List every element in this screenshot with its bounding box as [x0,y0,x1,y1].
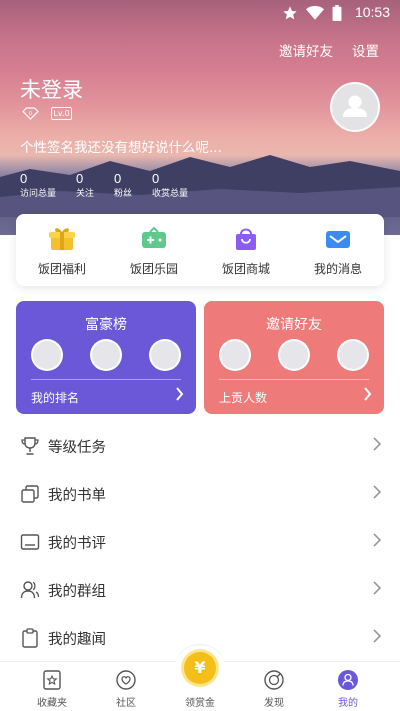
rank-avatar-placeholder [31,339,63,371]
invite-card-title: 邀请好友 [266,317,322,333]
stat-value: 0 [114,171,122,186]
menu-list: 等级任务 我的书单 我的书评 我的群组 我的趣闻 [0,422,400,662]
tribute-count-label: 上贡人数 [219,391,268,405]
review-icon [20,534,40,550]
rank-avatar-placeholder [278,339,310,371]
battery-icon [332,5,342,21]
tab-favorites[interactable]: 收藏夹 [22,662,82,711]
profile-header: 10:53 邀请好友 设置 未登录 0 Lv.0 个性签名我还没有想好说什么呢.… [0,0,400,235]
divider [219,379,369,380]
list-item-groups[interactable]: 我的群组 [0,566,400,614]
divider [31,379,181,380]
community-icon [116,670,136,690]
stat-label: 关注 [76,189,95,199]
clipboard-icon [22,628,38,648]
settings-link[interactable]: 设置 [352,40,379,60]
rank-avatar-placeholder [149,339,181,371]
rich-list-card[interactable]: 富豪榜 我的排名 [16,301,196,414]
tab-label: 我的 [338,698,358,709]
trophy-icon [21,437,39,455]
stat-visits[interactable]: 0 访问总量 [20,171,56,200]
tab-profile[interactable]: 我的 [318,662,378,711]
stat-value: 0 [20,171,28,186]
mail-icon [326,231,350,248]
tab-community[interactable]: 社区 [96,662,156,711]
tab-claim-bounty[interactable]: ¥ 领赏金 [170,644,230,711]
list-item-label: 我的书单 [48,488,106,504]
rank-avatar-placeholder [337,339,369,371]
rich-list-title: 富豪榜 [85,317,127,333]
tab-discover[interactable]: 发现 [244,662,304,711]
stat-label: 粉丝 [114,189,133,199]
gift-box-icon [49,228,75,250]
stat-rewards[interactable]: 0 收赏总量 [152,171,188,200]
quick-item-mall[interactable]: 饭团商城 [200,214,292,286]
list-item-level-tasks[interactable]: 等级任务 [0,422,400,470]
chevron-right-icon [373,437,382,451]
list-item-label: 我的书评 [48,536,106,552]
level-badge: Lv.0 [51,107,72,120]
favorites-icon [43,670,61,690]
status-time: 10:53 [354,4,390,20]
wifi-icon [306,5,324,20]
coin-icon: ¥ [184,652,216,684]
invite-friends-link[interactable]: 邀请好友 [279,40,333,60]
stat-value: 0 [76,171,84,186]
status-bar: 10:53 [0,0,400,26]
quick-menu-card: 饭团福利 饭团乐园 饭团商城 我的消息 [16,214,384,286]
tab-label: 领赏金 [185,698,215,709]
signature[interactable]: 个性签名我还没有想好说什么呢... [20,136,222,156]
book-list-icon [21,485,39,503]
quick-item-messages[interactable]: 我的消息 [292,214,384,286]
chevron-right-icon [364,387,372,401]
mountain-silhouette [0,155,400,217]
svg-text:0: 0 [29,111,32,117]
user-placeholder-icon [343,95,367,117]
list-item-label: 我的群组 [48,584,106,600]
rank-avatar-placeholder [90,339,122,371]
bottom-tab-bar: 收藏夹 社区 ¥ 领赏金 发现 我的 [0,644,400,711]
group-icon [20,581,40,599]
chevron-right-icon [373,485,382,499]
shopping-bag-icon [236,228,256,250]
username[interactable]: 未登录 [20,74,83,104]
chevron-right-icon [373,533,382,547]
tab-label: 发现 [264,698,284,709]
star-icon [283,6,297,20]
list-item-label: 等级任务 [48,440,106,456]
rank-avatar-placeholder [219,339,251,371]
quick-item-label: 饭团乐园 [129,262,178,276]
stat-value: 0 [152,171,160,186]
quick-item-label: 我的消息 [313,262,362,276]
profile-icon [338,670,358,690]
my-rank-label: 我的排名 [31,391,80,405]
quick-item-label: 饭团福利 [37,262,86,276]
quick-item-label: 饭团商城 [221,262,270,276]
game-controller-icon [142,226,166,248]
tab-label: 社区 [116,698,136,709]
discover-icon [264,670,284,690]
avatar[interactable] [330,82,380,132]
invite-card[interactable]: 邀请好友 上贡人数 [204,301,384,414]
stat-followers[interactable]: 0 粉丝 [114,171,132,200]
chevron-right-icon [373,581,382,595]
tab-label: 收藏夹 [37,698,67,709]
list-item-book-list[interactable]: 我的书单 [0,470,400,518]
stat-label: 访问总量 [20,189,57,199]
stat-label: 收赏总量 [152,189,189,199]
stat-following[interactable]: 0 关注 [76,171,94,200]
quick-item-park[interactable]: 饭团乐园 [108,214,200,286]
quick-item-welfare[interactable]: 饭团福利 [16,214,108,286]
chevron-right-icon [373,629,382,643]
chevron-right-icon [176,387,184,401]
list-item-label: 我的趣闻 [48,632,106,648]
vip-diamond-icon: 0 [22,107,39,120]
list-item-book-reviews[interactable]: 我的书评 [0,518,400,566]
